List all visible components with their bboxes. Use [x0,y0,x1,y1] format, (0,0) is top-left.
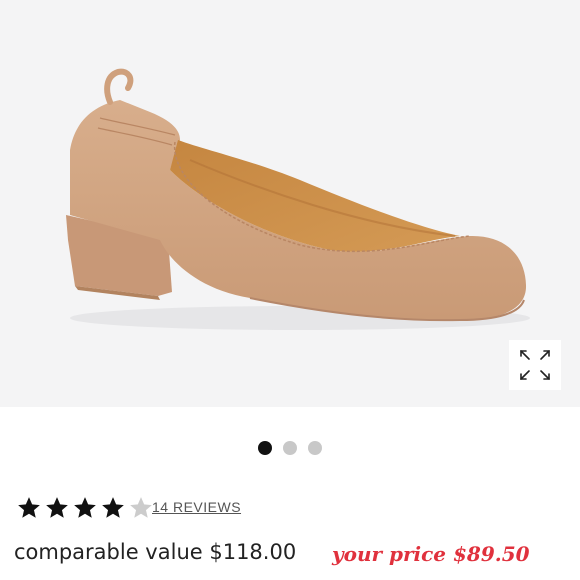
star-filled-icon [102,497,124,518]
shoe-illustration [66,68,530,330]
star-filled-icon [18,497,40,518]
reviews-link[interactable]: 14 REVIEWS [152,499,241,515]
carousel-dot-2[interactable] [283,441,297,455]
your-price: your price $89.50 [332,542,530,566]
comparable-value: comparable value $118.00 [14,540,297,564]
expand-icon[interactable] [509,340,561,390]
star-empty-icon [130,497,152,518]
star-filled-icon [46,497,68,518]
carousel-dot-1[interactable] [258,441,272,455]
carousel-dots [0,441,580,457]
carousel-dot-3[interactable] [308,441,322,455]
star-filled-icon [74,497,96,518]
product-image[interactable] [0,0,580,407]
